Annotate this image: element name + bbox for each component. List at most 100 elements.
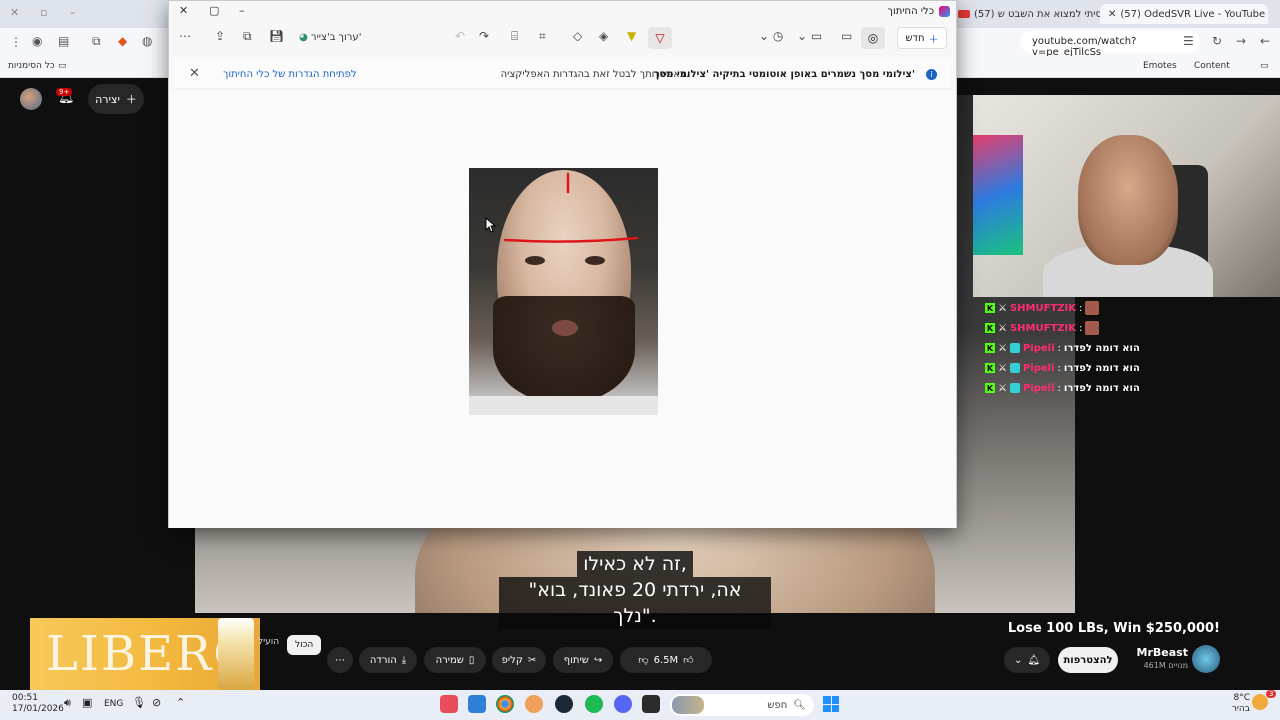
text-actions-icon[interactable]: ⌸ xyxy=(511,29,518,44)
like-dislike-button[interactable]: 👎︎ 6.5M 👍︎ xyxy=(620,647,712,673)
channel-name[interactable]: MrBeast xyxy=(1134,646,1188,659)
subscriber-badge-icon xyxy=(1009,363,1020,373)
url-input[interactable]: youtube.com/watch?v=pe_ejTilcSs xyxy=(1020,31,1200,58)
weather-widget[interactable]: 8°C בהיר xyxy=(1226,693,1250,715)
new-snip-button[interactable]: חדש ＋ xyxy=(897,27,947,49)
start-button[interactable] xyxy=(823,696,839,712)
mic-icon[interactable]: 🎙︎ xyxy=(132,696,146,709)
maximize-icon[interactable]: ▫ xyxy=(40,6,47,19)
video-mode-icon[interactable]: ▭ xyxy=(841,29,852,43)
extension-icon[interactable]: ◍ xyxy=(142,34,152,48)
location-off-icon[interactable]: ⊘ xyxy=(152,696,161,709)
chat-username: Pipeli xyxy=(1022,342,1055,354)
chat-text: הוא דומה לפדרו xyxy=(1063,342,1140,354)
snipping-tool-app-icon[interactable] xyxy=(440,695,458,713)
weather-condition: בהיר xyxy=(1231,704,1250,714)
notification-bell-button[interactable]: ⌄ 🔔︎ xyxy=(1004,647,1050,673)
chat-username: Pipeli xyxy=(1022,362,1055,374)
chat-username: SHMUFTZIK xyxy=(1009,302,1076,314)
subscriber-badge-icon xyxy=(1009,343,1020,353)
shapes-icon[interactable]: ◇ xyxy=(573,29,582,43)
like-icon[interactable]: 👍︎ xyxy=(683,654,693,666)
open-settings-link[interactable]: לפתיחת הגדרות של כלי החיתוך xyxy=(223,69,357,80)
profile-icon[interactable]: ◉ xyxy=(32,34,42,48)
camera-mode-icon[interactable]: ◎ xyxy=(861,27,885,49)
minimize-icon[interactable]: – xyxy=(239,4,245,17)
language-indicator[interactable]: ENG xyxy=(104,699,123,709)
download-button[interactable]: הורדה ⤓ xyxy=(359,647,417,673)
chat-text: הוא דומה לפדרו xyxy=(1063,382,1140,394)
eraser-icon[interactable]: ◈ xyxy=(599,29,608,43)
close-icon[interactable]: ✕ xyxy=(179,4,188,17)
spotify-app-icon[interactable] xyxy=(585,695,603,713)
more-actions-button[interactable]: ⋯ xyxy=(327,647,353,673)
subscribe-button[interactable]: להצטרפות xyxy=(1058,647,1118,673)
share-button[interactable]: שיתוף ↪ xyxy=(553,647,613,673)
reload-icon[interactable]: ↻ xyxy=(1212,34,1222,48)
edit-in-paint-button[interactable]: ◕ ערוך ב'צייר' xyxy=(299,32,361,43)
chip-all[interactable]: הכול xyxy=(287,635,322,655)
forward-icon[interactable]: → xyxy=(1236,34,1246,48)
snipping-tool-window: ✕ ▢ – כלי החיתוך ⋯ ⇪ ⧉ 💾︎ ◕ ערוך ב'צייר'… xyxy=(168,0,957,528)
save-button[interactable]: שמירה ▯ xyxy=(424,647,486,673)
chevron-up-icon[interactable]: ⌃ xyxy=(176,696,185,709)
chrome-app-icon[interactable] xyxy=(496,695,514,713)
video-subtitles: זה לא כאילו, "אה, ירדתי 20 פאונד, בוא נל… xyxy=(499,551,771,629)
more-icon[interactable]: ⋯ xyxy=(179,29,191,43)
snip-canvas[interactable] xyxy=(169,91,956,528)
chip-related[interactable]: הועיל xyxy=(258,637,279,647)
tab-close-icon[interactable]: ✕ xyxy=(1108,9,1116,20)
discord-app-icon[interactable] xyxy=(614,695,632,713)
avatar[interactable] xyxy=(20,88,42,110)
bookmark-content[interactable]: Content xyxy=(1194,61,1230,71)
speaker-icon[interactable]: 🔊︎ xyxy=(64,696,71,710)
menu-dots-icon[interactable]: ⋮ xyxy=(10,35,22,49)
ad-banner[interactable]: LIBERO xyxy=(30,618,260,690)
undo-icon[interactable]: ↶ xyxy=(455,29,465,43)
clip-button[interactable]: קליפ ✂ xyxy=(492,647,546,673)
dislike-icon[interactable]: 👎︎ xyxy=(638,654,648,666)
info-icon: i xyxy=(926,69,937,80)
bookmark-emotes[interactable]: Emotes xyxy=(1143,61,1177,71)
clock[interactable]: 00:51 17/01/2026 xyxy=(12,693,64,715)
notepad-app-icon[interactable] xyxy=(468,695,486,713)
search-icon: 🔍︎ xyxy=(793,699,806,711)
tab-active[interactable]: ✕ (57) OdedSVR Live - YouTube xyxy=(1100,4,1268,24)
extension-orange-icon[interactable]: ◆ xyxy=(118,34,127,48)
close-icon[interactable]: ✕ xyxy=(10,6,19,19)
terminal-app-icon[interactable] xyxy=(642,695,660,713)
wifi-icon[interactable]: ▣ xyxy=(82,696,92,709)
back-icon[interactable]: ← xyxy=(1260,34,1270,48)
copy-icon[interactable]: ⧉ xyxy=(243,29,252,44)
paint-app-icon[interactable] xyxy=(525,695,543,713)
notice-title: צילומי מסך נשמרים באופן אוטומטי בתיקיה '… xyxy=(653,69,915,80)
snip-mode-icon[interactable]: ⌄ ▭ xyxy=(797,29,822,43)
perfume-bottle-image xyxy=(218,618,254,690)
steam-app-icon[interactable] xyxy=(555,695,573,713)
bookmark-all[interactable]: כל הסימניות xyxy=(8,61,55,71)
share-icon[interactable]: ⇪ xyxy=(215,29,225,43)
youtube-tab-icon xyxy=(958,10,970,18)
kick-badge-icon: K xyxy=(985,323,995,333)
channel-avatar[interactable] xyxy=(1192,645,1220,673)
dismiss-icon[interactable]: ✕ xyxy=(189,66,200,81)
taskbar: 00:51 17/01/2026 🔊︎ ▣ ENG 🎙︎ ⊘ ⌃ חפש 🔍︎ … xyxy=(0,690,1280,720)
site-settings-icon[interactable]: ☰ xyxy=(1183,34,1194,48)
snipping-tool-logo-icon xyxy=(939,6,950,17)
tab-secondary[interactable]: (57) ניסיתי למצוא את השבט ש... xyxy=(958,4,1118,24)
subtitle-line: "אה, ירדתי 20 פאונד, בוא נלך". xyxy=(499,577,771,629)
pen-icon[interactable]: ▽ xyxy=(648,27,672,49)
create-button[interactable]: יצירה ＋ xyxy=(88,84,144,114)
highlighter-icon[interactable]: ▼ xyxy=(627,29,636,43)
clip-label: קליפ xyxy=(501,654,523,666)
redo-icon[interactable]: ↷ xyxy=(479,29,489,43)
crop-icon[interactable]: ⌗ xyxy=(539,29,546,44)
minimize-icon[interactable]: – xyxy=(70,6,76,19)
maximize-icon[interactable]: ▢ xyxy=(209,4,219,17)
save-icon[interactable]: 💾︎ xyxy=(269,29,284,43)
download-icon: ⤓ xyxy=(401,654,407,666)
delay-timer-icon[interactable]: ⌄ ◷ xyxy=(759,29,783,43)
emote-icon xyxy=(1085,301,1100,315)
puzzle-icon[interactable]: ⧉ xyxy=(92,34,101,49)
extension-icon[interactable]: ▤ xyxy=(58,34,69,48)
